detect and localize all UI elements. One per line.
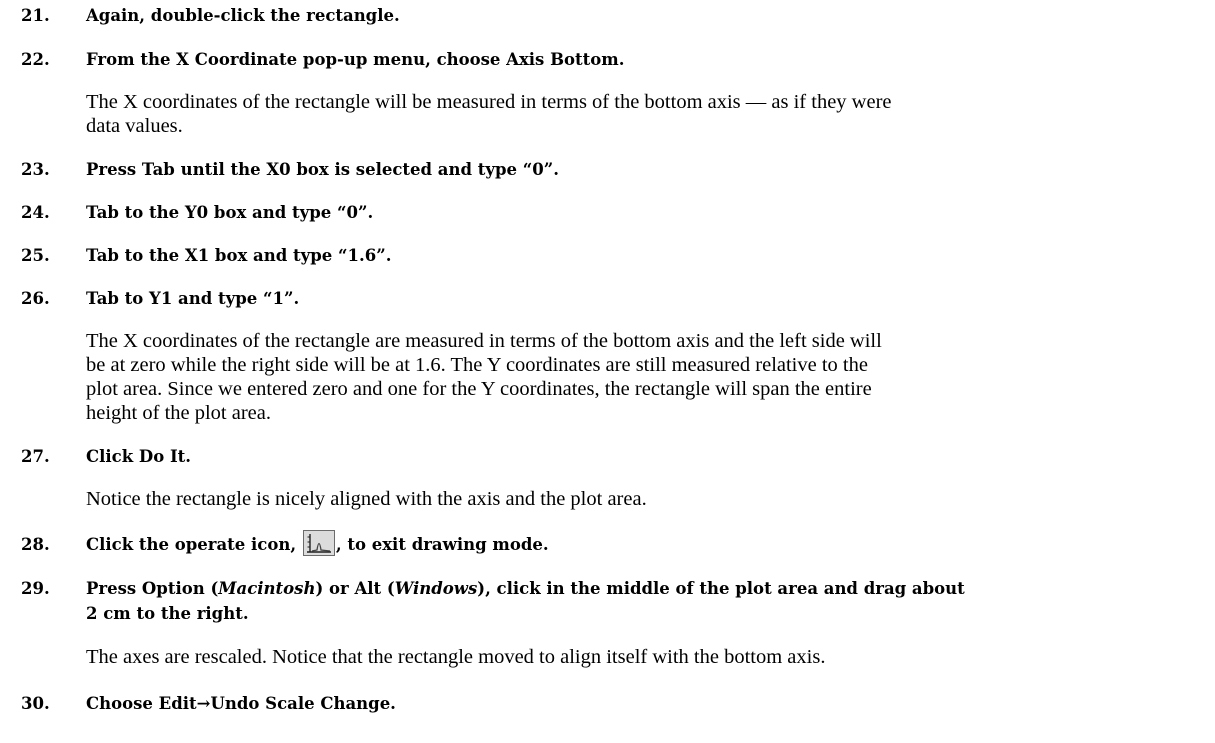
step-instruction: Press Option (Macintosh) or Alt (Windows… (86, 576, 1197, 626)
step-number: 28. (21, 535, 50, 554)
step-instruction: Click Do It. (86, 447, 192, 466)
step-26-note-line-2: be at zero while the right side will be … (86, 354, 868, 376)
step-number: 26. (21, 289, 50, 308)
operate-icon (302, 529, 335, 556)
step-26-note-line-1: The X coordinates of the rectangle are m… (86, 330, 882, 352)
step-22-note-line-1: The X coordinates of the rectangle will … (86, 91, 892, 113)
step-29-text-2: ) or Alt ( (315, 579, 395, 598)
step-29-text-4: 2 cm to the right. (86, 604, 249, 623)
step-27-note: Notice the rectangle is nicely aligned w… (86, 488, 647, 510)
step-number: 21. (21, 6, 50, 25)
step-26-note-line-3: plot area. Since we entered zero and one… (86, 378, 872, 400)
step-instruction: From the X Coordinate pop-up menu, choos… (86, 50, 625, 69)
step-28-text-before: Click the operate icon, (86, 535, 297, 554)
step-number: 24. (21, 203, 50, 222)
step-26-note-line-4: height of the plot area. (86, 402, 272, 424)
step-instruction: Tab to the Y0 box and type “0”. (86, 203, 374, 222)
document-page: 21. Again, double-click the rectangle. 2… (0, 0, 1215, 743)
step-29-text-3: ), click in the middle of the plot area … (477, 579, 965, 598)
step-instruction: Choose Edit→Undo Scale Change. (86, 694, 396, 713)
step-instruction: Tab to the X1 box and type “1.6”. (86, 246, 392, 265)
step-number: 30. (21, 694, 50, 713)
step-number: 27. (21, 447, 50, 466)
step-instruction: Again, double-click the rectangle. (86, 6, 400, 25)
step-instruction: Tab to Y1 and type “1”. (86, 289, 300, 308)
platform-macintosh: Macintosh (218, 579, 316, 598)
step-29-note: The axes are rescaled. Notice that the r… (86, 646, 826, 668)
platform-windows: Windows (394, 579, 478, 598)
step-28-text-after: , to exit drawing mode. (335, 535, 549, 554)
step-instruction: Press Tab until the X0 box is selected a… (86, 160, 559, 179)
step-22-note-line-2: data values. (86, 115, 183, 137)
step-instruction: Click the operate icon, , to exit drawin… (86, 529, 1197, 559)
step-number: 25. (21, 246, 50, 265)
step-number: 22. (21, 50, 50, 69)
step-29-text-1: Press Option ( (86, 579, 219, 598)
step-number: 29. (21, 579, 50, 598)
step-number: 23. (21, 160, 50, 179)
